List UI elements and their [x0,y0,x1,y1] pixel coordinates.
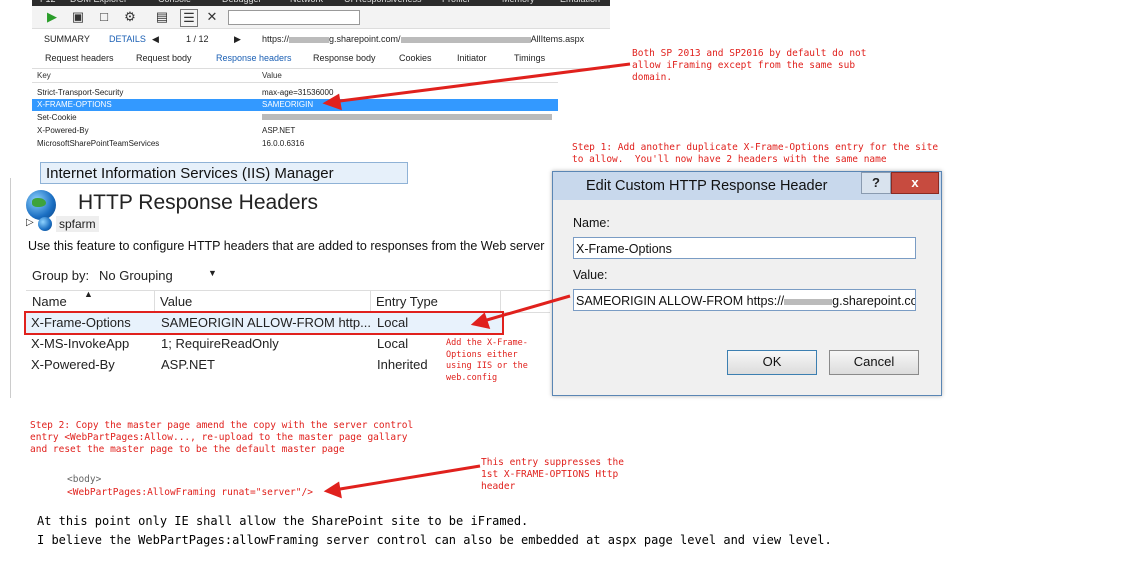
arrow-dialog [479,294,571,324]
arrow-note1 [331,62,631,104]
annotation-arrows [322,62,631,499]
arrow-suppress [333,464,481,492]
